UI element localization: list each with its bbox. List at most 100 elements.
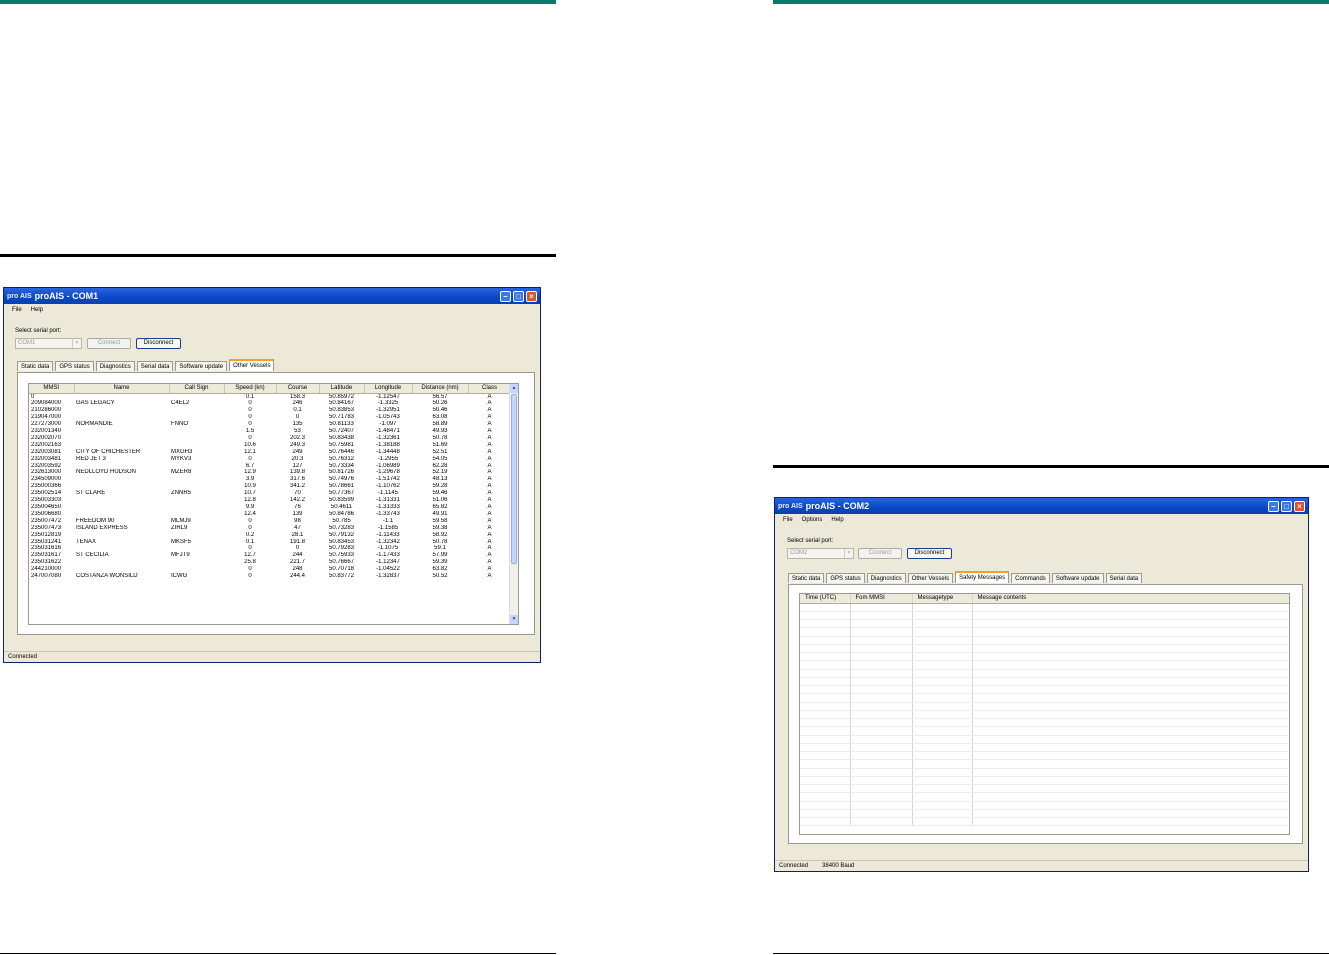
table-row[interactable]: 235031622 25.8 221.7 50.76667 -1.12347 59.39 A (29, 559, 511, 566)
table-row[interactable] (800, 735, 1289, 744)
table-row[interactable] (800, 693, 1289, 703)
table-row[interactable]: 219047000 0 0 50.71783 -1.05743 63.08 A (29, 414, 511, 421)
table-row[interactable]: 232003481 RED JET 3 MYKV3 0 20.3 50.76312 -1.2… (29, 456, 511, 463)
tab-other-vessels[interactable]: Other Vessels (229, 359, 275, 371)
column-header[interactable]: MMSI (29, 384, 75, 394)
table-row[interactable]: 235002514 ST CLARE ZNNR5 10.7 70 50.77367 -1.1… (29, 490, 511, 497)
scroll-up-icon[interactable]: ▲ (510, 384, 518, 393)
column-header[interactable]: Class (468, 384, 512, 394)
table-row[interactable]: 235031616 0 0 50.79283 -1.1075 59.1 A (29, 545, 511, 552)
column-header[interactable]: Fom MMSI (850, 594, 913, 604)
close-icon[interactable]: × (1294, 500, 1305, 512)
tab-gps-status[interactable]: GPS status (55, 361, 94, 371)
table-row[interactable] (800, 710, 1289, 720)
maximize-icon[interactable]: □ (513, 290, 524, 302)
table-row[interactable]: 235031617 ST CECILIA MFJT9 12.7 244 50.75933 -… (29, 552, 511, 559)
scroll-down-icon[interactable]: ▼ (510, 615, 518, 624)
title-bar[interactable]: pro AIS proAIS - COM1 – □ × (4, 288, 540, 304)
table-row[interactable] (800, 636, 1289, 645)
column-header[interactable]: Longitude (364, 384, 413, 394)
column-header[interactable]: Name (74, 384, 170, 394)
table-row[interactable] (800, 759, 1289, 769)
table-row[interactable] (800, 768, 1289, 777)
scroll-thumb[interactable] (511, 394, 517, 564)
serial-port-select[interactable]: COM1 ▼ (15, 338, 82, 349)
table-row[interactable]: 235007473 ISLAND EXPRESS ZIRL9 0 47 50.73283 -… (29, 525, 511, 532)
table-row[interactable]: 235006680 12.4 139 50.84786 -1.33743 49.91 A (29, 511, 511, 518)
table-row[interactable]: 235000366 10.9 341.2 50.78661 -1.10762 59.28 A (29, 483, 511, 490)
tab-other-vessels[interactable]: Other Vessels (907, 573, 954, 583)
table-row[interactable]: 234509000 3.9 317.6 50.74976 -1.51742 48.13 A (29, 476, 511, 483)
table-row[interactable]: 235003303 12.8 142.2 50.83599 -1.31331 51.06 A (29, 497, 511, 504)
table-row[interactable] (800, 776, 1289, 786)
connect-button[interactable]: Connect (858, 548, 902, 559)
disconnect-button[interactable]: Disconnect (907, 548, 952, 559)
maximize-icon[interactable]: □ (1281, 500, 1292, 512)
serial-port-select[interactable]: COM2 ▼ (787, 548, 854, 559)
table-row[interactable] (800, 817, 1289, 827)
table-row[interactable] (800, 726, 1289, 736)
table-row[interactable]: 0 0.1 158.3 50.85972 -1.12547 56.57 A (29, 393, 511, 400)
connect-button[interactable]: Connect (87, 338, 131, 349)
table-row[interactable]: 232001340 1.5 53 50.72407 -1.48471 49.93 A (29, 428, 511, 435)
tab-commands[interactable]: Commands (1011, 573, 1050, 583)
column-header[interactable]: Messagetype (912, 594, 973, 604)
table-row[interactable] (800, 660, 1289, 670)
table-row[interactable]: 232613000 NEDLLOYD HUDSON MZER8 12.9 139.8 50… (29, 469, 511, 476)
table-row[interactable]: 232003081 CITY OF CHICHESTER MXGH3 12.1 249 5… (29, 449, 511, 456)
menu-file[interactable]: File (12, 307, 22, 313)
table-row[interactable] (800, 677, 1289, 687)
table-row[interactable] (800, 644, 1289, 654)
tab-gps-status[interactable]: GPS status (826, 573, 865, 583)
table-row[interactable] (800, 743, 1289, 753)
table-row[interactable]: 235004650 9.9 76 50.4611 -1.31333 65.82 A (29, 504, 511, 511)
table-row[interactable]: 232002163 10.6 249.3 50.75981 -1.38188 51.69 A (29, 442, 511, 449)
tab-static-data[interactable]: Static data (17, 361, 54, 371)
column-header[interactable]: Speed (kn) (224, 384, 277, 394)
tab-static-data[interactable]: Static data (788, 573, 825, 583)
column-header[interactable]: Time (UTC) (800, 594, 851, 604)
menu-options[interactable]: Options (802, 517, 823, 523)
table-row[interactable] (800, 751, 1289, 761)
table-row[interactable]: 232002070 0 202.3 50.83438 -1.32361 50.78 A (29, 435, 511, 442)
table-row[interactable]: 235007472 FREEDOM 90 MLMJ9 0 98 50.785 -1.1 59.… (29, 518, 511, 525)
title-bar[interactable]: pro AIS proAIS - COM2 – □ × (775, 498, 1308, 514)
table-row[interactable] (800, 619, 1289, 629)
table-row[interactable] (800, 718, 1289, 728)
table-row[interactable]: 235031241 TENAX MKSF5 0.1 191.8 50.83453 -1.32… (29, 539, 511, 546)
tab-diagnostics[interactable]: Diagnostics (95, 361, 135, 371)
table-row[interactable]: 210286000 0 0.1 50.83853 -1.32951 50.46 A (29, 407, 511, 414)
tab-serial-data[interactable]: Serial data (136, 361, 174, 371)
column-header[interactable]: Message contents (972, 594, 1289, 604)
table-row[interactable]: 247007080 COSTANZA WONSILD ICWG 0 244.4 50.83… (29, 573, 511, 580)
table-row[interactable] (800, 792, 1289, 802)
table-row[interactable] (800, 809, 1289, 819)
table-row[interactable]: 235012819 0.2 28.1 50.79132 -1.11433 58.92 A (29, 532, 511, 539)
table-row[interactable] (800, 611, 1289, 621)
tab-software-update[interactable]: Software update (175, 361, 228, 371)
tab-safety-messages[interactable]: Safety Messages (955, 571, 1010, 583)
table-row[interactable] (800, 801, 1289, 810)
table-row[interactable]: 209084000 GAS LEGACY C4EL2 0 246 50.84167 -1.3… (29, 400, 511, 407)
table-row[interactable] (800, 702, 1289, 711)
tab-serial-data[interactable]: Serial data (1105, 573, 1143, 583)
column-header[interactable]: Latitude (319, 384, 365, 394)
table-row[interactable] (800, 652, 1289, 662)
column-header[interactable]: Course (276, 384, 320, 394)
table-row[interactable]: 227273000 NORMANDIE FNNO 0 135 50.81133 -1.097… (29, 421, 511, 428)
tab-software-update[interactable]: Software update (1051, 573, 1104, 583)
column-header[interactable]: Call Sign (169, 384, 225, 394)
minimize-icon[interactable]: – (1268, 500, 1279, 512)
menu-file[interactable]: File (783, 517, 793, 523)
table-row[interactable] (800, 603, 1289, 612)
table-row[interactable] (800, 627, 1289, 637)
disconnect-button[interactable]: Disconnect (136, 338, 181, 349)
table-row[interactable]: 232003592 6.7 127 50.73334 -1.06989 62.28 A (29, 463, 511, 470)
table-row[interactable] (800, 685, 1289, 695)
menu-help[interactable]: Help (31, 307, 43, 313)
table-row[interactable] (800, 669, 1289, 678)
menu-help[interactable]: Help (831, 517, 843, 523)
table-row[interactable]: 244210000 0 248 50.70718 -1.04522 63.82 A (29, 566, 511, 573)
table-row[interactable] (800, 784, 1289, 794)
tab-diagnostics[interactable]: Diagnostics (866, 573, 906, 583)
